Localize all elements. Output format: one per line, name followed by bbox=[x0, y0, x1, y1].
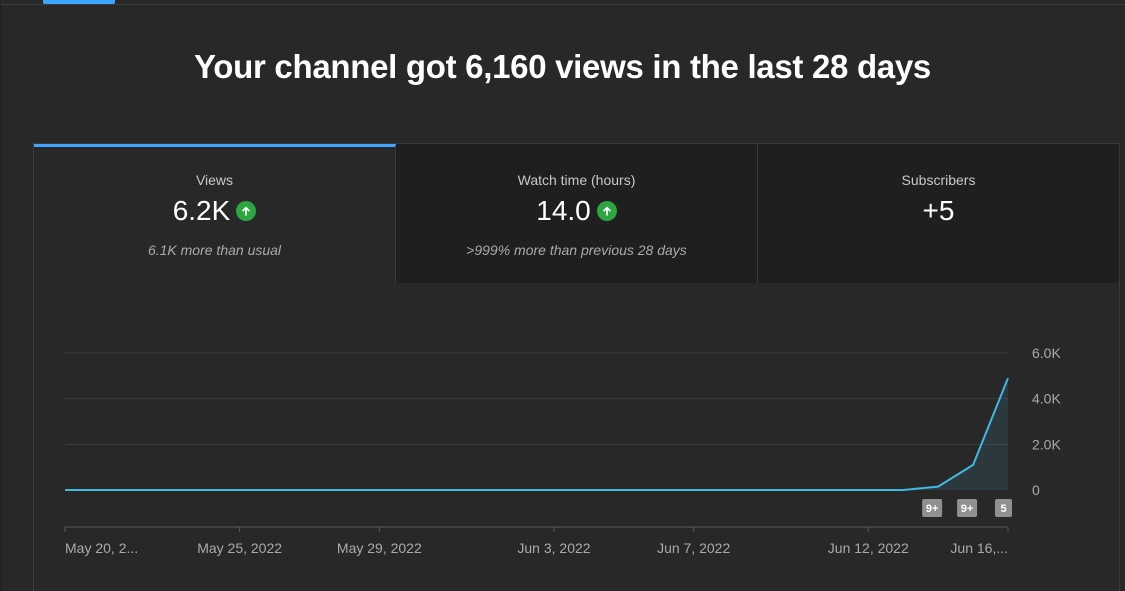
views-chart[interactable]: 0 2.0K 4.0K 6.0K May 20, 2... May 25, 2022 May… bbox=[34, 144, 1119, 591]
upload-badge-label: 9+ bbox=[926, 503, 939, 515]
x-tick-label: May 29, 2022 bbox=[337, 540, 422, 556]
x-tick-label: Jun 7, 2022 bbox=[657, 540, 730, 556]
views-line bbox=[65, 377, 1009, 491]
x-tick-label: May 20, 2... bbox=[65, 540, 138, 556]
y-tick-label: 4.0K bbox=[1032, 391, 1061, 407]
views-area bbox=[65, 378, 1008, 490]
x-tick-label: May 25, 2022 bbox=[197, 540, 282, 556]
upload-badge-label: 5 bbox=[1000, 503, 1006, 515]
x-tick-label: Jun 3, 2022 bbox=[517, 540, 590, 556]
top-frame-border bbox=[0, 4, 1125, 5]
selected-top-tab-indicator[interactable] bbox=[43, 0, 115, 4]
y-tick-label: 0 bbox=[1032, 482, 1040, 498]
left-frame-border bbox=[0, 4, 1, 591]
x-tick-label: Jun 16,... bbox=[950, 540, 1008, 556]
y-tick-label: 6.0K bbox=[1032, 345, 1061, 361]
y-tick-label: 2.0K bbox=[1032, 436, 1061, 452]
analytics-card: Views 6.2K 6.1K more than usual Watch ti… bbox=[33, 143, 1120, 591]
page-headline: Your channel got 6,160 views in the last… bbox=[194, 48, 931, 85]
x-tick-label: Jun 12, 2022 bbox=[828, 540, 909, 556]
upload-badge-label: 9+ bbox=[961, 503, 974, 515]
